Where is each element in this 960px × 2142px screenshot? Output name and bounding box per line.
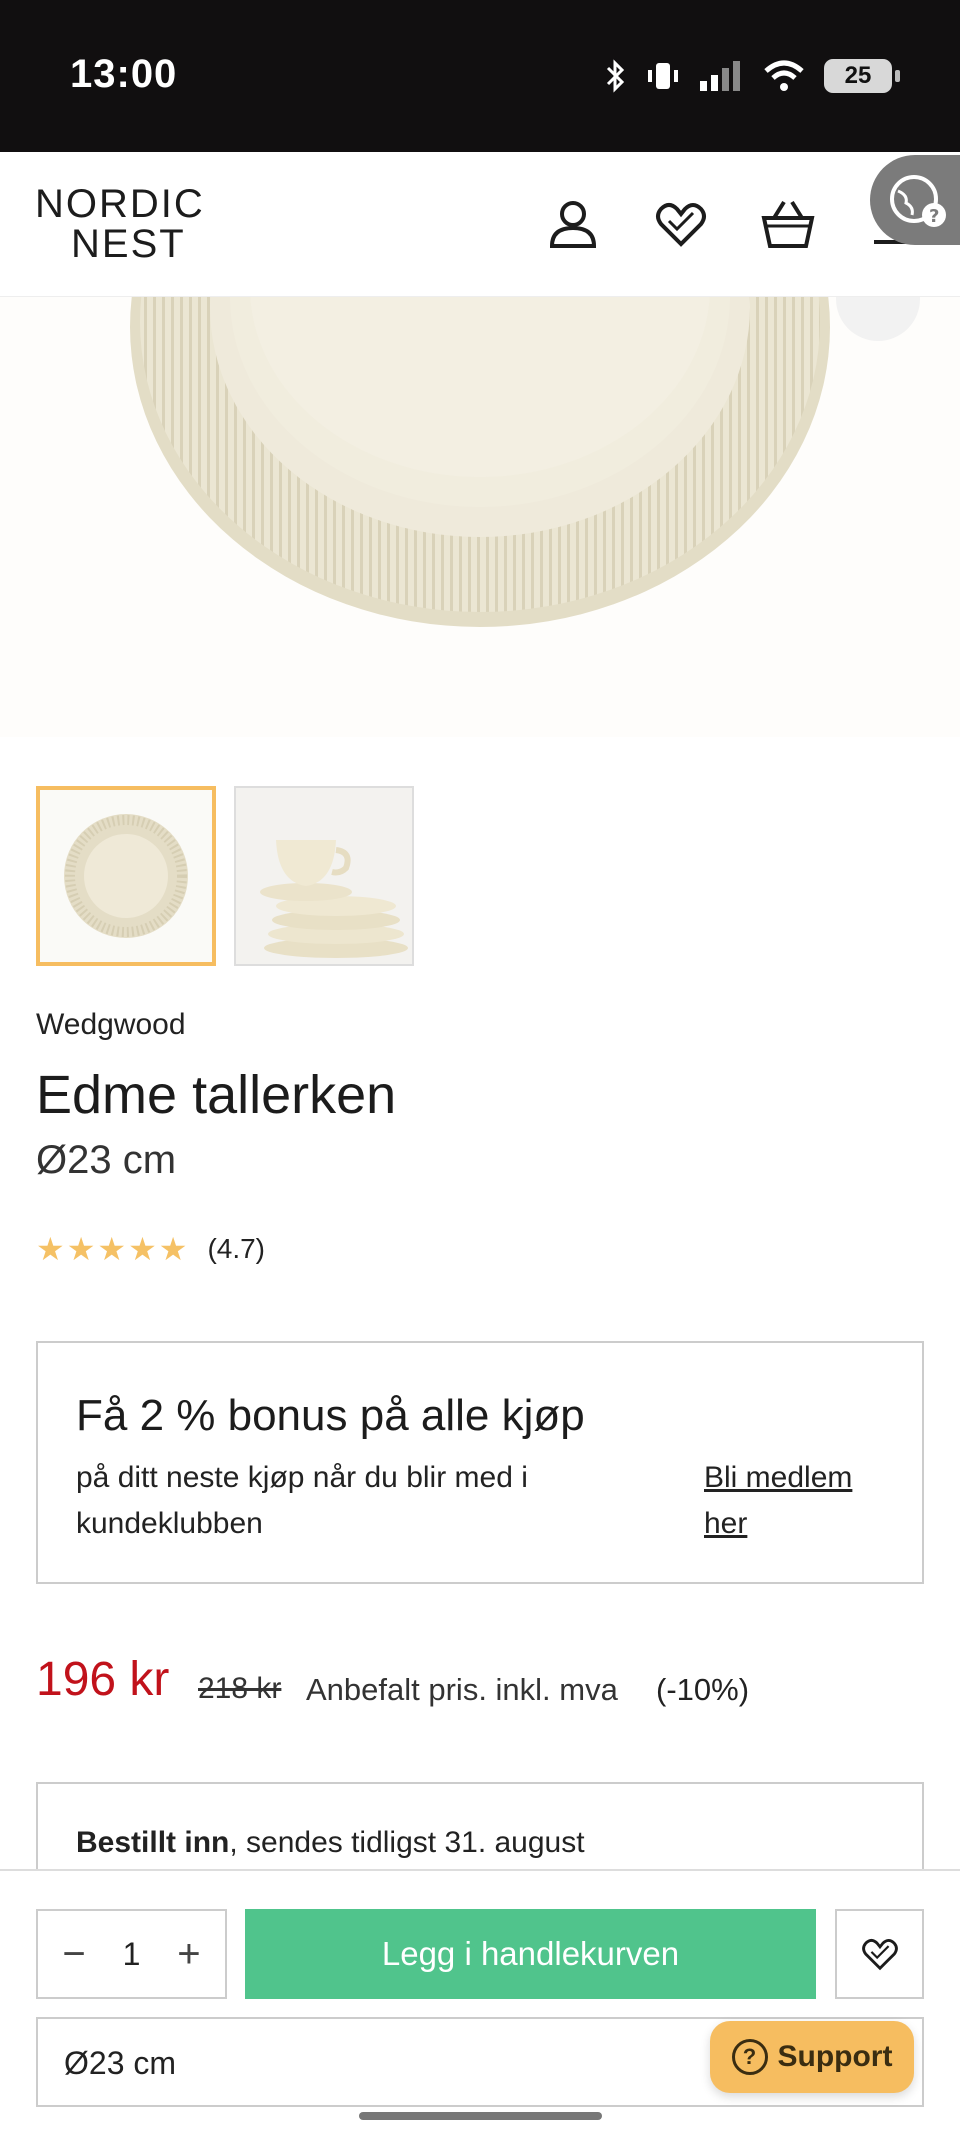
- help-icon: ?: [731, 2039, 768, 2075]
- battery-indicator: 25: [824, 59, 900, 93]
- nordic-nest-logo[interactable]: NORDIC NEST: [35, 184, 205, 264]
- status-time: 13:00: [70, 52, 178, 96]
- bonus-heading: Få 2 % bonus på alle kjøp: [76, 1391, 585, 1440]
- product-brand[interactable]: Wedgwood: [36, 1008, 186, 1042]
- delivery-status-rest: , sendes tidligst 31. august: [229, 1826, 585, 1859]
- become-member-link[interactable]: Bli medlem her: [704, 1455, 884, 1547]
- delivery-text: Bestillt inn, sendes tidligst 31. august: [76, 1826, 585, 1860]
- set-thumbnail-image: [236, 788, 412, 964]
- decrease-quantity-button[interactable]: −: [54, 1932, 94, 1977]
- signal-icon: [700, 61, 740, 91]
- bluetooth-icon: [606, 59, 625, 93]
- support-label: Support: [777, 2040, 893, 2073]
- bonus-text: på ditt neste kjøp når du blir med i kun…: [76, 1461, 528, 1540]
- support-button[interactable]: ? Support: [710, 2021, 914, 2093]
- discount-badge: (-10%): [656, 1672, 750, 1707]
- rating-score: (4.7): [207, 1233, 266, 1264]
- home-indicator: [359, 2112, 602, 2120]
- site-header: NORDIC NEST ?: [0, 152, 960, 297]
- status-icons: 25: [604, 56, 900, 96]
- add-to-cart-button[interactable]: Legg i handlekurven: [245, 1909, 816, 1999]
- product-size: Ø23 cm: [36, 1138, 177, 1182]
- rating-stars: ★★★★★: [36, 1231, 190, 1267]
- image-thumbnails: [36, 786, 414, 966]
- delivery-status-bold: Bestillt inn: [76, 1826, 230, 1859]
- user-icon[interactable]: [545, 196, 601, 252]
- variant-selected-value: Ø23 cm: [64, 2045, 177, 2081]
- plate-image: [130, 297, 830, 627]
- language-globe-button[interactable]: ?: [870, 155, 960, 245]
- globe-icon: ?: [890, 175, 946, 227]
- recommended-price-label: Anbefalt pris. inkl. mva: [306, 1672, 618, 1707]
- svg-text:?: ?: [929, 206, 939, 227]
- wishlist-button[interactable]: [835, 1909, 924, 1999]
- heart-icon[interactable]: [653, 196, 709, 252]
- quantity-stepper: − 1 +: [36, 1909, 227, 1999]
- old-price: 218 kr: [198, 1672, 282, 1705]
- product-rating[interactable]: ★★★★★ (4.7): [36, 1230, 265, 1268]
- logo-line-2: NEST: [71, 222, 186, 266]
- logo-line-1: NORDIC: [35, 182, 205, 226]
- bonus-banner: Få 2 % bonus på alle kjøp på ditt neste …: [36, 1341, 924, 1584]
- sticky-cart-bar: − 1 + Legg i handlekurven Ø23 cm: [0, 1869, 960, 2142]
- product-title: Edme tallerken: [36, 1065, 397, 1125]
- thumbnail-plate[interactable]: [36, 786, 216, 966]
- thumbnail-set[interactable]: [234, 786, 414, 966]
- wifi-icon: [764, 60, 804, 91]
- basket-icon[interactable]: [760, 196, 816, 252]
- quantity-value[interactable]: 1: [123, 1936, 141, 1973]
- status-bar: 13:00 25: [0, 0, 960, 152]
- vibrate-icon: [648, 63, 678, 89]
- heart-icon: [861, 1939, 898, 1971]
- current-price: 196 kr: [36, 1653, 170, 1706]
- product-image[interactable]: [0, 297, 960, 737]
- plate-thumbnail-image: [64, 814, 188, 938]
- increase-quantity-button[interactable]: +: [169, 1932, 209, 1977]
